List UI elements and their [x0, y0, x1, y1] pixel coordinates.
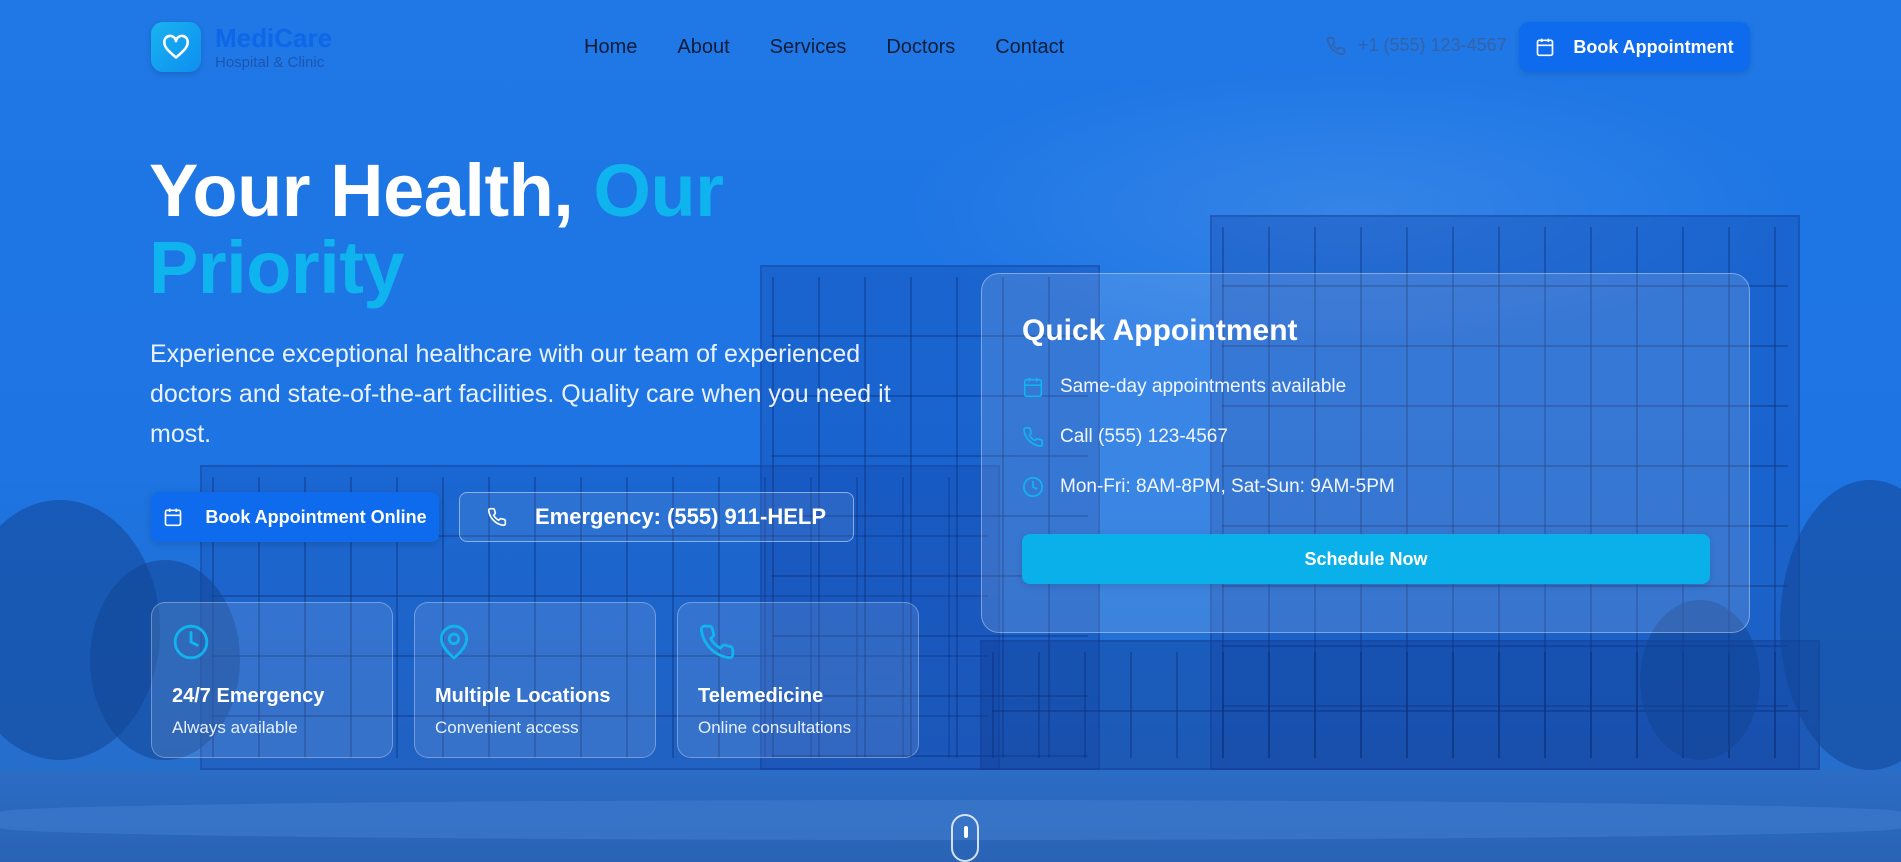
- main-nav: Home About Services Doctors Contact: [584, 36, 1064, 59]
- qa-row-hours: Mon-Fri: 8AM-8PM, Sat-Sun: 9AM-5PM: [1022, 474, 1709, 500]
- calendar-icon: [1022, 376, 1044, 398]
- nav-about[interactable]: About: [677, 36, 729, 59]
- map-pin-icon: [435, 623, 635, 667]
- feature-title: 24/7 Emergency: [172, 685, 325, 707]
- nav-services[interactable]: Services: [770, 36, 847, 59]
- qa-row-text: Same-day appointments available: [1060, 376, 1347, 397]
- hero-description: Experience exceptional healthcare with o…: [150, 340, 891, 448]
- phone-icon: [1326, 36, 1346, 56]
- scroll-indicator-dot: [964, 826, 968, 838]
- heart-icon: [151, 22, 201, 72]
- hero-title: Your Health, Our Priority: [149, 152, 949, 306]
- phone-icon: [1022, 426, 1044, 448]
- nav-contact[interactable]: Contact: [995, 36, 1064, 59]
- feature-subtitle: Always available: [172, 718, 298, 737]
- feature-card-emergency[interactable]: 24/7 Emergency Always available: [151, 602, 393, 758]
- site-header: MediCare Hospital & Clinic Home About Se…: [0, 0, 1901, 96]
- calendar-icon: [1535, 37, 1555, 57]
- emergency-call-button[interactable]: Emergency: (555) 911-HELP: [459, 492, 854, 542]
- feature-title: Telemedicine: [698, 685, 824, 707]
- header-phone-link[interactable]: +1 (555) 123-4567: [1326, 35, 1507, 56]
- schedule-now-button[interactable]: Schedule Now: [1022, 534, 1710, 584]
- clock-icon: [172, 623, 372, 667]
- brand-name: MediCare: [215, 22, 333, 53]
- header-book-label: Book Appointment: [1573, 36, 1734, 57]
- feature-title: Multiple Locations: [435, 685, 611, 707]
- quick-appointment-title: Quick Appointment: [1022, 314, 1298, 347]
- feature-card-locations[interactable]: Multiple Locations Convenient access: [414, 602, 656, 758]
- phone-icon: [487, 507, 507, 527]
- hero-title-main: Your Health,: [149, 149, 594, 232]
- brand-logo[interactable]: MediCare Hospital & Clinic: [151, 22, 332, 72]
- header-phone-number: +1 (555) 123-4567: [1358, 35, 1507, 55]
- phone-icon: [698, 623, 898, 667]
- calendar-icon: [163, 507, 183, 527]
- clock-icon: [1022, 476, 1044, 498]
- feature-subtitle: Online consultations: [698, 718, 852, 737]
- scroll-indicator[interactable]: [951, 814, 979, 862]
- qa-row-text: Call (555) 123-4567: [1060, 426, 1228, 447]
- book-appointment-online-button[interactable]: Book Appointment Online: [151, 492, 439, 542]
- header-book-appointment-button[interactable]: Book Appointment: [1519, 22, 1750, 72]
- nav-home[interactable]: Home: [584, 36, 637, 59]
- brand-tagline: Hospital & Clinic: [215, 53, 325, 71]
- book-online-label: Book Appointment Online: [205, 506, 427, 527]
- feature-card-telemedicine[interactable]: Telemedicine Online consultations: [677, 602, 919, 758]
- qa-row-same-day: Same-day appointments available: [1022, 374, 1709, 400]
- feature-subtitle: Convenient access: [435, 718, 579, 737]
- emergency-label: Emergency: (555) 911-HELP: [534, 504, 827, 529]
- qa-row-call[interactable]: Call (555) 123-4567: [1022, 424, 1709, 450]
- qa-row-text: Mon-Fri: 8AM-8PM, Sat-Sun: 9AM-5PM: [1060, 476, 1395, 497]
- quick-appointment-card: Quick Appointment Same-day appointments …: [981, 273, 1750, 633]
- nav-doctors[interactable]: Doctors: [886, 36, 955, 59]
